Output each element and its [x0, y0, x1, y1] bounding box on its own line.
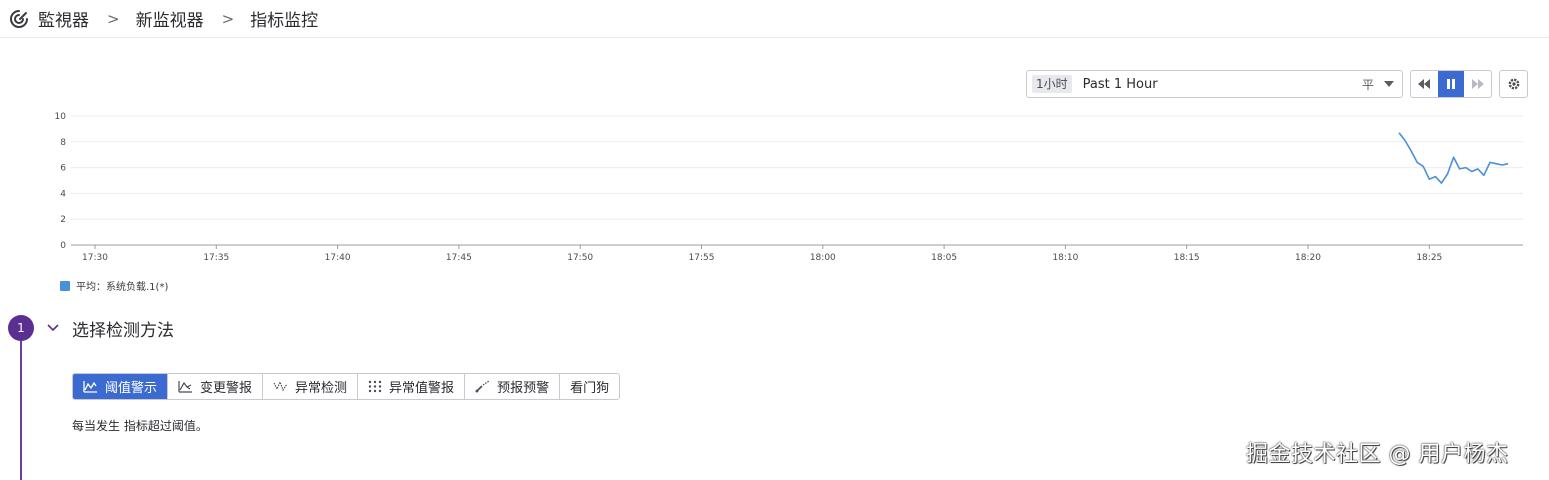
- outlier-icon: [368, 380, 382, 393]
- y-tick-label: 0: [60, 241, 66, 251]
- pause-icon: [1447, 79, 1455, 89]
- tab-anomaly-detection[interactable]: 异常检测: [263, 374, 359, 399]
- time-range-badge: 1小时: [1032, 75, 1072, 93]
- x-tick-label: 17:45: [446, 253, 472, 263]
- forecast-icon: [475, 380, 490, 393]
- pause-button[interactable]: [1437, 71, 1465, 97]
- rewind-icon: [1418, 79, 1431, 89]
- tab-label: 预报预警: [497, 381, 550, 396]
- x-tick-label: 18:20: [1295, 253, 1321, 263]
- breadcrumb-metric-monitor: 指标监控: [250, 11, 319, 31]
- y-tick-label: 2: [60, 215, 66, 225]
- datadog-logo-icon[interactable]: [8, 8, 30, 30]
- breadcrumb-separator: >: [107, 9, 120, 28]
- y-tick-label: 10: [55, 112, 67, 122]
- tab-label: 异常检测: [295, 381, 348, 396]
- anomaly-icon: [273, 380, 288, 393]
- legend-label: 平均：系统负载.1(*): [76, 282, 169, 293]
- playback-controls: [1410, 70, 1492, 98]
- x-tick-label: 18:05: [931, 253, 957, 263]
- x-tick-label: 17:30: [82, 253, 108, 263]
- tab-label: 异常值警报: [389, 381, 455, 396]
- tab-label: 阈值警示: [105, 381, 158, 396]
- metric-chart: 0 2 4 6 8 10 17:30 17:35 17:40 17:45 17:50 17:55 18:…: [55, 112, 1523, 263]
- tab-forecast-alert[interactable]: 预报预警: [465, 374, 561, 399]
- legend-swatch: [60, 280, 70, 291]
- x-tick-label: 18:00: [810, 253, 836, 263]
- time-range-picker[interactable]: 1小时 Past 1 Hour 平: [1026, 70, 1403, 98]
- detection-description: 每当发生 指标超过阈值。: [72, 419, 208, 433]
- chevron-down-icon[interactable]: [1384, 81, 1394, 87]
- y-tick-label: 8: [60, 138, 66, 148]
- x-tick-label: 18:15: [1174, 253, 1200, 263]
- y-tick-label: 6: [60, 164, 66, 174]
- step-connector-line: [20, 340, 22, 480]
- breadcrumb-new-monitor[interactable]: 新监视器: [136, 6, 204, 31]
- rewind-button[interactable]: [1411, 71, 1438, 97]
- gear-icon: [1508, 78, 1519, 90]
- x-tick-label: 17:50: [567, 253, 593, 263]
- change-icon: [178, 380, 193, 393]
- chevron-down-icon[interactable]: [46, 320, 60, 339]
- tab-label: 变更警报: [200, 381, 253, 396]
- threshold-icon: [83, 380, 98, 393]
- step-number-badge: 1: [8, 315, 34, 341]
- breadcrumb: 監視器 > 新监视器 > 指标监控: [0, 0, 1549, 38]
- chart-legend[interactable]: 平均：系统负载.1(*): [60, 278, 168, 293]
- breadcrumb-separator: >: [221, 9, 235, 28]
- tab-change-alert[interactable]: 变更警报: [168, 374, 264, 399]
- breadcrumb-monitors[interactable]: 監視器: [38, 6, 89, 31]
- series-line[interactable]: [1398, 132, 1509, 184]
- fast-forward-icon: [1471, 79, 1484, 89]
- tab-watchdog[interactable]: 看门狗: [560, 374, 620, 399]
- x-tick-label: 18:25: [1416, 253, 1442, 263]
- y-tick-label: 4: [60, 189, 66, 199]
- detection-method-tabs: 阈值警示 变更警报 异常检测 异常值警报 预报预警 看门狗: [72, 373, 621, 400]
- x-tick-label: 17:55: [689, 253, 715, 263]
- time-range-label: Past 1 Hour: [1082, 76, 1158, 92]
- watermark: 掘金技术社区 @ 用户杨杰: [1246, 442, 1509, 467]
- step-title[interactable]: 选择检测方法: [72, 316, 174, 341]
- fast-forward-button[interactable]: [1464, 71, 1491, 97]
- tab-label: 看门狗: [570, 381, 610, 396]
- settings-button[interactable]: [1499, 70, 1528, 98]
- x-tick-label: 17:40: [325, 253, 351, 263]
- time-range-aux: 平: [1361, 77, 1374, 92]
- tab-threshold-alert[interactable]: 阈值警示: [73, 374, 169, 399]
- tab-outlier-alert[interactable]: 异常值警报: [358, 374, 466, 399]
- x-tick-label: 18:10: [1052, 253, 1078, 263]
- x-tick-label: 17:35: [203, 253, 229, 263]
